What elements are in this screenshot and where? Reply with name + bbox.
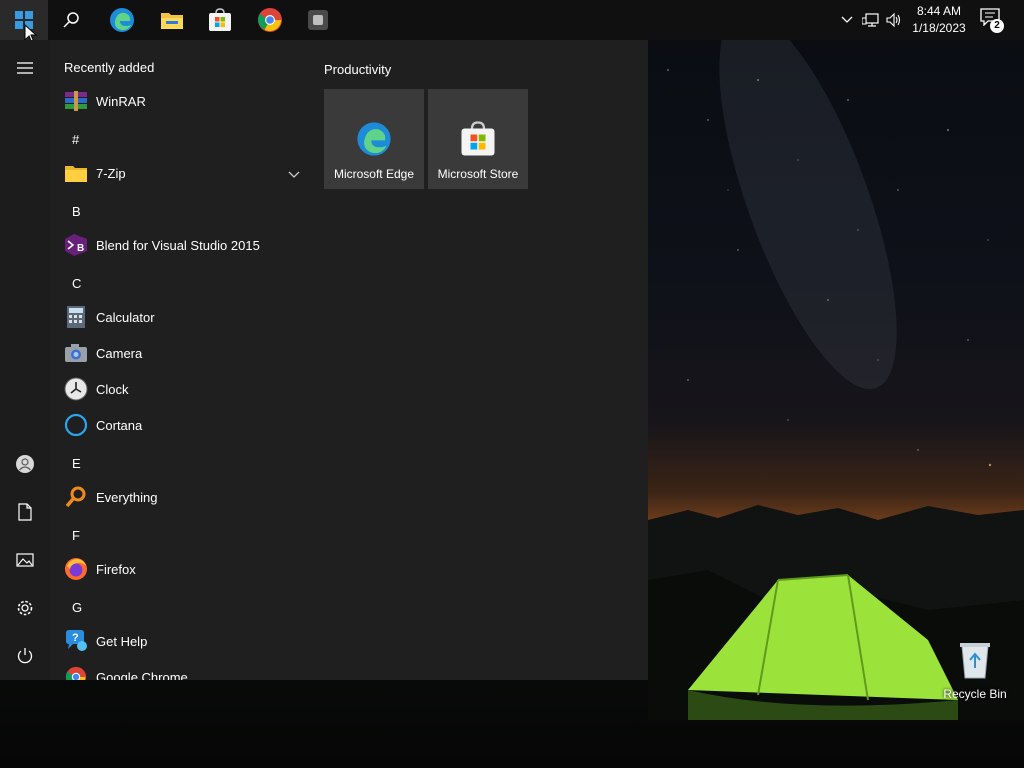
edge-icon bbox=[110, 8, 134, 32]
letter-header-f[interactable]: F bbox=[72, 528, 80, 543]
starry-sky bbox=[667, 40, 992, 467]
start-menu: Recently added WinRAR # 7-Zip B B Blend … bbox=[0, 40, 648, 680]
hamburger-icon bbox=[17, 62, 33, 74]
documents-button[interactable] bbox=[0, 488, 50, 536]
letter-header-g[interactable]: G bbox=[72, 600, 82, 615]
store-icon bbox=[461, 121, 495, 156]
calculator-icon bbox=[64, 305, 88, 329]
app-7zip[interactable]: 7-Zip bbox=[64, 156, 304, 190]
tile-microsoft-store[interactable]: Microsoft Store bbox=[428, 89, 528, 189]
app-camera[interactable]: Camera bbox=[64, 336, 304, 370]
action-center-button[interactable]: 2 bbox=[980, 8, 1006, 34]
tiles-group-title[interactable]: Productivity bbox=[324, 62, 391, 77]
tile-label: Microsoft Store bbox=[437, 167, 519, 181]
folder-icon bbox=[64, 161, 88, 185]
recycle-bin-label: Recycle Bin bbox=[943, 687, 1007, 701]
app-everything[interactable]: Everything bbox=[64, 480, 304, 514]
account-button[interactable] bbox=[0, 440, 50, 488]
help-icon: ? bbox=[64, 629, 88, 653]
app-blend[interactable]: B Blend for Visual Studio 2015 bbox=[64, 228, 304, 262]
app-firefox[interactable]: Firefox bbox=[64, 552, 304, 586]
taskbar: 8:44 AM 1/18/2023 2 bbox=[0, 0, 1024, 40]
taskbar-app[interactable] bbox=[294, 0, 342, 40]
app-label: Clock bbox=[96, 381, 129, 397]
app-winrar[interactable]: WinRAR bbox=[64, 84, 304, 118]
clock-date: 1/18/2023 bbox=[912, 21, 966, 35]
letter-header-c[interactable]: C bbox=[72, 276, 81, 291]
letter-header-b[interactable]: B bbox=[72, 204, 81, 219]
svg-text:B: B bbox=[77, 243, 84, 254]
chrome-icon bbox=[258, 8, 282, 32]
expand-menu-button[interactable] bbox=[0, 44, 50, 92]
app-label: 7-Zip bbox=[96, 165, 126, 181]
clock-time: 8:44 AM bbox=[916, 4, 962, 18]
tile-label: Microsoft Edge bbox=[333, 167, 415, 181]
blend-icon: B bbox=[64, 233, 88, 257]
expand-7zip-button[interactable] bbox=[288, 166, 300, 184]
app-label: Camera bbox=[96, 345, 143, 361]
app-list: Recently added WinRAR # 7-Zip B B Blend … bbox=[50, 40, 310, 680]
start-rail bbox=[0, 40, 50, 680]
taskbar-edge[interactable] bbox=[98, 0, 146, 40]
app-label: Firefox bbox=[96, 561, 136, 577]
app-get-help[interactable]: ? Get Help bbox=[64, 624, 304, 658]
clock-icon bbox=[64, 377, 88, 401]
app-label: Everything bbox=[96, 489, 158, 505]
app-label: Get Help bbox=[96, 633, 148, 649]
letter-header-hash[interactable]: # bbox=[72, 132, 79, 147]
picture-icon bbox=[16, 553, 34, 567]
show-hidden-icons[interactable] bbox=[838, 0, 856, 40]
taskbar-file-explorer[interactable] bbox=[148, 0, 196, 40]
winrar-icon bbox=[64, 89, 88, 113]
app-calculator[interactable]: Calculator bbox=[64, 300, 304, 334]
app-label: Google Chrome bbox=[96, 669, 188, 681]
magnifier-icon bbox=[64, 485, 88, 509]
taskbar-clock[interactable]: 8:44 AM 1/18/2023 bbox=[904, 3, 974, 37]
firefox-icon bbox=[64, 557, 88, 581]
chevron-up-icon bbox=[841, 16, 853, 23]
user-icon bbox=[16, 455, 34, 473]
chrome-icon bbox=[64, 665, 88, 680]
document-icon bbox=[18, 503, 32, 521]
power-button[interactable] bbox=[0, 632, 50, 680]
app-google-chrome[interactable]: Google Chrome bbox=[64, 660, 304, 680]
settings-button[interactable] bbox=[0, 584, 50, 632]
taskbar-store[interactable] bbox=[196, 0, 244, 40]
camera-icon bbox=[64, 341, 88, 365]
tiles-area: Productivity Microsoft Edge Microsoft St… bbox=[310, 40, 640, 680]
folder-icon bbox=[161, 13, 183, 29]
notification-badge: 2 bbox=[990, 19, 1004, 33]
edge-icon bbox=[357, 122, 391, 156]
volume-control[interactable] bbox=[884, 0, 904, 40]
tile-microsoft-edge[interactable]: Microsoft Edge bbox=[324, 89, 424, 189]
store-icon bbox=[209, 8, 231, 31]
search-icon bbox=[63, 12, 79, 28]
app-label: Blend for Visual Studio 2015 bbox=[96, 237, 260, 253]
network-status[interactable] bbox=[860, 0, 882, 40]
app-label: Cortana bbox=[96, 417, 143, 433]
app-window-icon bbox=[308, 10, 328, 30]
app-clock[interactable]: Clock bbox=[64, 372, 304, 406]
chevron-down-icon bbox=[288, 171, 300, 178]
pictures-button[interactable] bbox=[0, 536, 50, 584]
app-label: WinRAR bbox=[96, 93, 146, 109]
taskbar-chrome[interactable] bbox=[246, 0, 294, 40]
search-button[interactable] bbox=[48, 0, 96, 40]
svg-text:?: ? bbox=[72, 632, 79, 644]
letter-header-e[interactable]: E bbox=[72, 456, 81, 471]
power-icon bbox=[17, 648, 33, 664]
app-cortana[interactable]: Cortana bbox=[64, 408, 304, 442]
speaker-icon bbox=[886, 12, 901, 28]
recycle-bin[interactable]: Recycle Bin bbox=[940, 640, 1010, 710]
recycle-bin-icon bbox=[960, 643, 990, 679]
cortana-icon bbox=[64, 413, 88, 437]
network-icon bbox=[862, 13, 879, 27]
gear-icon bbox=[17, 600, 33, 616]
app-label: Calculator bbox=[96, 309, 155, 325]
recently-added-header: Recently added bbox=[64, 60, 155, 75]
